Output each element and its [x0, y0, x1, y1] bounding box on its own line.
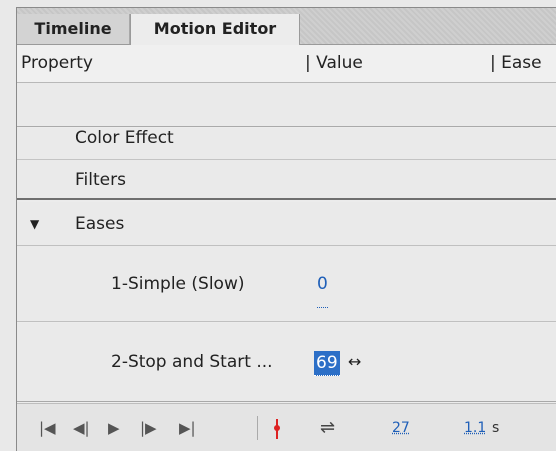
time-unit-label: s [492, 420, 500, 436]
property-row-color-effect[interactable]: Color Effect [17, 128, 556, 160]
tab-motion-editor[interactable]: Motion Editor [130, 14, 300, 45]
tab-timeline[interactable]: Timeline [17, 14, 130, 44]
column-value[interactable]: | Value [305, 45, 363, 82]
eases-label: Eases [75, 214, 125, 234]
column-property[interactable]: Property [21, 45, 93, 82]
playhead-marker-icon [274, 425, 280, 431]
step-back-icon[interactable]: ◀| [73, 404, 90, 451]
tab-strip: Timeline Motion Editor [17, 8, 556, 45]
property-row-eases[interactable]: ▼ Eases [17, 202, 556, 246]
filters-label: Filters [75, 170, 126, 190]
loop-icon[interactable]: ⇌ [320, 404, 335, 451]
toolbar-divider [257, 416, 258, 440]
ease-row-stop-and-start[interactable]: 2-Stop and Start ... 69 ↔ [17, 323, 556, 402]
play-icon[interactable]: ▶ [108, 404, 120, 451]
go-to-first-frame-icon[interactable]: |◀ [39, 404, 56, 451]
ease-name-label: 2-Stop and Start ... [111, 352, 273, 372]
ease-name-label: 1-Simple (Slow) [111, 274, 245, 294]
go-to-last-frame-icon[interactable]: ▶| [179, 404, 196, 451]
horizontal-resize-cursor-icon: ↔ [348, 352, 362, 371]
color-effect-label: Color Effect [75, 128, 174, 148]
elapsed-time-value[interactable]: 1.1 [464, 404, 486, 451]
step-forward-icon[interactable]: |▶ [140, 404, 157, 451]
column-ease[interactable]: | Ease [490, 45, 542, 82]
current-frame-value[interactable]: 27 [392, 404, 410, 451]
collapse-arrow-icon[interactable]: ▼ [30, 202, 39, 246]
empty-row [17, 83, 556, 127]
ease-value-scrubber[interactable]: 0 [317, 261, 328, 308]
column-header: Property | Value | Ease [17, 45, 556, 83]
playback-toolbar: |◀ ◀| ▶ |▶ ▶| ⇌ 27 1.1 s [17, 403, 556, 451]
motion-editor-panel: Timeline Motion Editor Property | Value … [16, 7, 556, 451]
ease-row-simple-slow[interactable]: 1-Simple (Slow) 0 [17, 246, 556, 322]
ease-value-scrubber-selected[interactable]: 69 [314, 351, 340, 376]
property-row-filters[interactable]: Filters [17, 160, 556, 200]
